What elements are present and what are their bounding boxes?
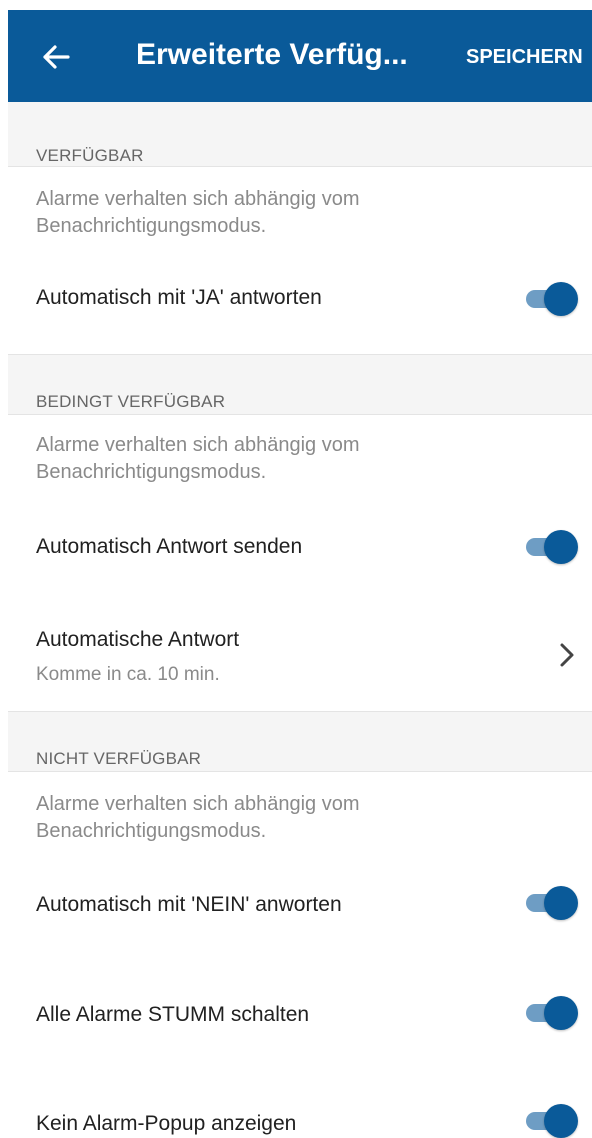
- section-header-available: VERFÜGBAR: [36, 146, 144, 165]
- auto-yes-label: Automatisch mit 'JA' antworten: [36, 286, 322, 309]
- mute-all-toggle[interactable]: [526, 996, 578, 1030]
- chevron-right-icon[interactable]: [556, 640, 578, 670]
- auto-no-toggle[interactable]: [526, 886, 578, 920]
- section-description-available: Alarme verhalten sich abhängig vom Benac…: [36, 188, 360, 237]
- no-popup-label: Kein Alarm-Popup anzeigen: [36, 1112, 297, 1135]
- toggle-thumb: [544, 886, 578, 920]
- mute-all-label: Alle Alarme STUMM schalten: [36, 1003, 310, 1026]
- auto-send-toggle[interactable]: [526, 530, 578, 564]
- section-description-conditional: Alarme verhalten sich abhängig vom Benac…: [36, 434, 360, 483]
- save-button[interactable]: SPEICHERN: [466, 46, 583, 69]
- auto-reply-value: Komme in ca. 10 min.: [36, 664, 220, 685]
- auto-send-label: Automatisch Antwort senden: [36, 535, 303, 558]
- auto-reply-label[interactable]: Automatische Antwort: [36, 628, 239, 652]
- section-header-unavailable: NICHT VERFÜGBAR: [36, 749, 202, 768]
- auto-no-label: Automatisch mit 'NEIN' anworten: [36, 893, 342, 916]
- section-header-conditional: BEDINGT VERFÜGBAR: [36, 392, 226, 411]
- toggle-thumb: [544, 530, 578, 564]
- page-title: Erweiterte Verfüg...: [136, 38, 408, 71]
- auto-yes-toggle[interactable]: [526, 282, 578, 316]
- back-button[interactable]: [36, 40, 76, 74]
- toggle-thumb: [544, 282, 578, 316]
- section-description-unavailable: Alarme verhalten sich abhängig vom Benac…: [36, 793, 360, 842]
- no-popup-toggle[interactable]: [526, 1104, 578, 1138]
- toggle-thumb: [544, 996, 578, 1030]
- arrow-left-icon: [43, 45, 70, 69]
- app-bar: Erweiterte Verfüg... SPEICHERN: [8, 10, 592, 102]
- toggle-thumb: [544, 1104, 578, 1138]
